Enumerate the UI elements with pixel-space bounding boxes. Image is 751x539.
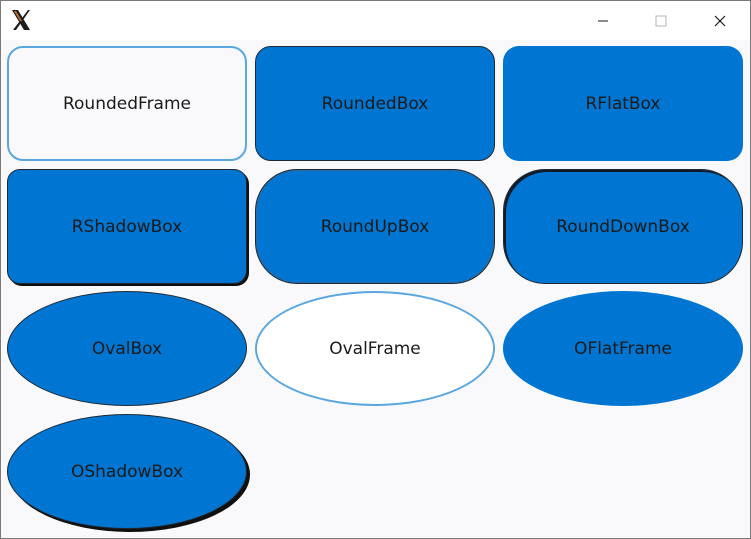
x-logo-icon: [9, 8, 33, 32]
maximize-icon: [655, 15, 667, 27]
oval-box[interactable]: OvalBox: [7, 291, 247, 406]
oval-box-label: OvalBox: [91, 338, 163, 359]
rounded-frame-box[interactable]: RoundedFrame: [7, 46, 247, 161]
rounded-box[interactable]: RoundedBox: [255, 46, 495, 161]
close-button[interactable]: [697, 1, 743, 40]
oval-frame-box[interactable]: OvalFrame: [255, 291, 495, 406]
close-icon: [714, 15, 726, 27]
minimize-icon: [597, 15, 609, 27]
rounded-frame-label: RoundedFrame: [62, 93, 191, 114]
oshadow-box[interactable]: OShadowBox: [7, 414, 247, 529]
rounddown-box[interactable]: RoundDownBox: [503, 169, 743, 284]
rflat-box-label: RFlatBox: [585, 93, 661, 114]
roundup-box[interactable]: RoundUpBox: [255, 169, 495, 284]
rshadow-box-label: RShadowBox: [71, 216, 183, 237]
rounded-box-label: RoundedBox: [321, 93, 429, 114]
minimize-button[interactable]: [580, 1, 626, 40]
oval-frame-label: OvalFrame: [329, 338, 421, 359]
rflat-box[interactable]: RFlatBox: [503, 46, 743, 161]
oflat-frame-box[interactable]: OFlatFrame: [503, 291, 743, 406]
oshadow-box-label: OShadowBox: [70, 461, 184, 482]
box-grid: RoundedFrame RoundedBox RFlatBox RShadow…: [1, 40, 750, 538]
title-bar[interactable]: [1, 1, 750, 40]
maximize-button[interactable]: [638, 1, 684, 40]
app-window: RoundedFrame RoundedBox RFlatBox RShadow…: [0, 0, 751, 539]
oflat-frame-label: OFlatFrame: [574, 338, 672, 359]
roundup-box-label: RoundUpBox: [320, 216, 430, 237]
rshadow-box[interactable]: RShadowBox: [7, 169, 247, 284]
rounddown-box-label: RoundDownBox: [556, 216, 690, 237]
